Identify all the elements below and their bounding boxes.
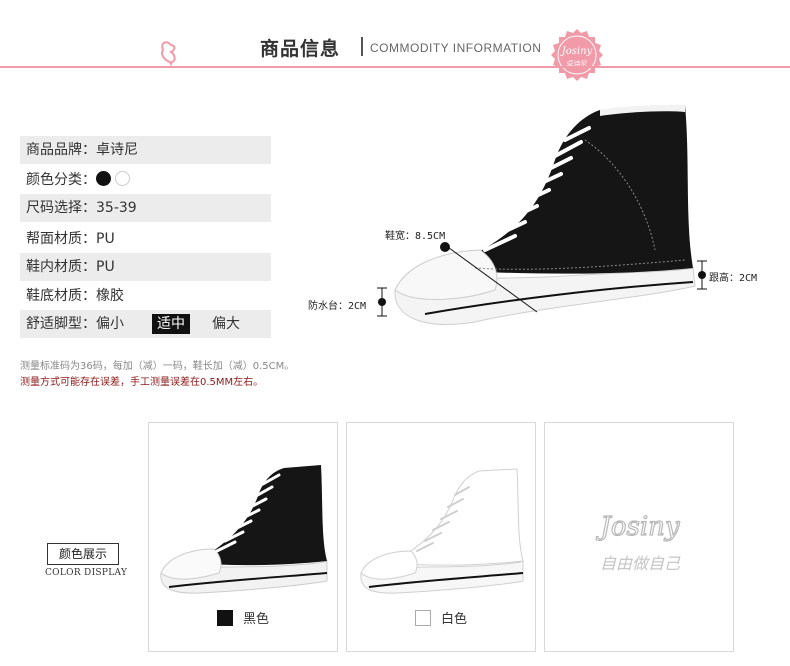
shoe-width-label: 鞋宽：8.5CM <box>385 231 446 242</box>
title-divider <box>361 37 363 56</box>
platform-height-marker <box>377 287 387 317</box>
fit-option-true-to-size: 适中 <box>152 314 190 334</box>
color-swatch-white <box>115 171 130 186</box>
spec-row-fit: 舒适脚型：偏小 适中 偏大 <box>20 310 271 338</box>
color-caption-black: 黑色 <box>149 608 337 627</box>
color-panel-black[interactable]: 黑色 <box>148 422 338 652</box>
swatch-black <box>216 610 233 626</box>
main-shoe-image <box>394 104 696 325</box>
color-swatch-black <box>96 171 111 186</box>
spec-label: 鞋底材质： <box>26 288 96 304</box>
fit-option-large: 偏大 <box>212 316 240 332</box>
size-note: 测量标准码为36码，每加（减）一码，鞋长加（减）0.5CM。 <box>20 361 295 372</box>
section-subtitle: COMMODITY INFORMATION <box>370 41 542 55</box>
spec-row-size: 尺码选择：35-39 <box>20 194 271 222</box>
spec-row-brand: 商品品牌：卓诗尼 <box>20 136 271 164</box>
spec-row-sole-material: 鞋底材质：橡胶 <box>20 282 271 310</box>
color-name: 黑色 <box>242 612 269 627</box>
spec-row-lining-material: 鞋内材质：PU <box>20 253 271 281</box>
spec-label: 颜色分类： <box>26 172 96 188</box>
heel-height-marker <box>697 260 707 290</box>
platform-height-label: 防水台：2CM <box>308 301 367 312</box>
spec-row-upper-material: 帮面材质：PU <box>20 225 271 253</box>
color-display-label: 颜色展示 <box>47 543 119 565</box>
spec-value: 橡胶 <box>96 288 124 304</box>
black-shoe-image <box>160 465 328 594</box>
spec-label: 商品品牌： <box>26 142 96 158</box>
swatch-white <box>414 610 431 626</box>
fit-option-small: 偏小 <box>96 316 124 332</box>
header-divider <box>0 66 790 68</box>
spec-value: 卓诗尼 <box>96 142 138 158</box>
spec-label: 鞋内材质： <box>26 259 96 275</box>
svg-text:自由做自己: 自由做自己 <box>600 554 681 573</box>
brand-panel: Josiny 自由做自己 <box>544 422 734 652</box>
brand-seal-logo: Josiny 卓诗尼 <box>551 29 603 81</box>
color-name: 白色 <box>440 612 467 627</box>
section-title: 商品信息 <box>260 38 341 60</box>
spec-value: PU <box>96 259 115 275</box>
color-panel-white[interactable]: 白色 <box>346 422 536 652</box>
spec-row-color: 颜色分类： <box>20 166 271 194</box>
spec-value: 35-39 <box>96 200 137 216</box>
color-caption-white: 白色 <box>347 608 535 627</box>
spec-label: 尺码选择： <box>26 200 96 216</box>
svg-text:Josiny: Josiny <box>595 512 679 542</box>
spec-label: 舒适脚型： <box>26 316 96 332</box>
brand-watermark-logo: Josiny 自由做自己 <box>595 511 681 573</box>
butterfly-icon <box>160 41 176 66</box>
spec-label: 帮面材质： <box>26 231 96 247</box>
heel-height-label: 跟高：2CM <box>709 273 758 284</box>
color-display-subtitle: COLOR DISPLAY <box>45 568 128 578</box>
svg-text:Josiny: Josiny <box>560 46 593 57</box>
white-shoe-image <box>360 468 524 594</box>
spec-value: PU <box>96 231 115 247</box>
measurement-note: 测量方式可能存在误差，手工测量误差在0.5MM左右。 <box>20 377 264 388</box>
